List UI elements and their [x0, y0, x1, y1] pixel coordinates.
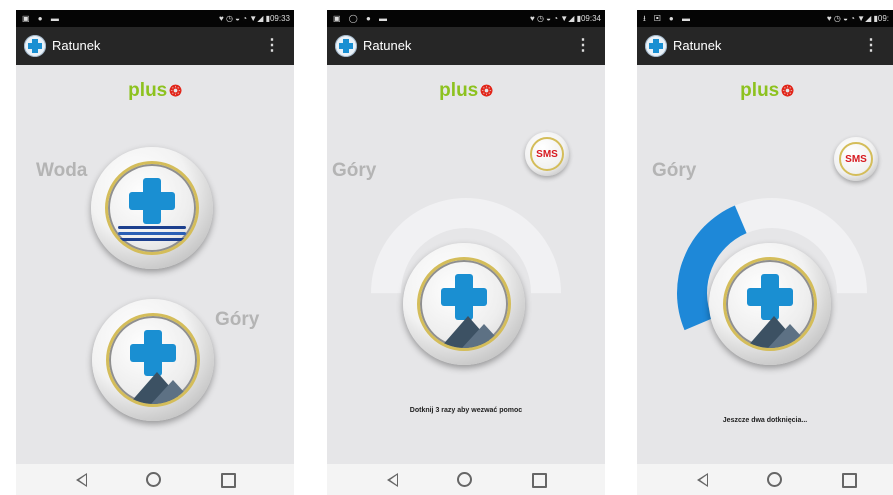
brand-swirl-icon: ❂: [169, 83, 182, 100]
notification-icons: ⭳ ▣ ● ▬: [643, 14, 693, 23]
label-gory: Góry: [215, 309, 260, 330]
mountain-rescue-icon: [723, 257, 817, 351]
mountain-rescue-icon: [106, 313, 200, 407]
water-rescue-button[interactable]: [91, 147, 213, 269]
home-icon[interactable]: [457, 472, 472, 487]
mountain-rescue-button[interactable]: [403, 243, 525, 365]
nav-bar: [637, 464, 893, 495]
notification-icons: ▣ ◯ ● ▬: [333, 14, 391, 23]
status-time: 09:: [877, 14, 889, 23]
app-logo-icon: [645, 35, 667, 57]
status-bar: ⭳ ▣ ● ▬ ♥ ◷ ◒ ◔ ▼◢ ▮09:: [637, 10, 893, 27]
recents-icon[interactable]: [221, 473, 236, 488]
home-icon[interactable]: [146, 472, 161, 487]
home-icon[interactable]: [767, 472, 782, 487]
back-icon[interactable]: [697, 473, 708, 487]
nav-bar: [327, 464, 605, 495]
sms-label: SMS: [530, 137, 564, 171]
recents-icon[interactable]: [842, 473, 857, 488]
app-title: Ratunek: [673, 38, 722, 53]
nav-bar: [16, 464, 294, 495]
sms-label: SMS: [839, 142, 873, 176]
overflow-menu-icon[interactable]: ⋮: [575, 27, 591, 65]
brand-logo: plus ❂: [439, 80, 493, 101]
recents-icon[interactable]: [532, 473, 547, 488]
action-bar: Ratunek ⋮: [327, 27, 605, 65]
app-logo-icon: [24, 35, 46, 57]
app-logo-icon: [335, 35, 357, 57]
label-gory: Góry: [332, 160, 377, 181]
instruction-text: Jeszcze dwa dotknięcia...: [722, 417, 808, 424]
mountain-rescue-button[interactable]: [92, 299, 214, 421]
status-right: ♥ ◷ ◒ ◔ ▼◢ ▮09:33: [218, 14, 290, 23]
status-time: 09:34: [580, 14, 601, 23]
status-time: 09:33: [269, 14, 290, 23]
label-woda: Woda: [36, 160, 88, 181]
app-title: Ratunek: [363, 38, 412, 53]
action-bar: Ratunek ⋮: [637, 27, 893, 65]
app-title: Ratunek: [52, 38, 101, 53]
action-bar: Ratunek ⋮: [16, 27, 294, 65]
instruction-text: Dotknij 3 razy aby wezwać pomoc: [409, 407, 523, 414]
sms-button[interactable]: SMS: [834, 137, 878, 181]
brand-logo: plus ❂: [128, 80, 182, 101]
status-bar: ▣ ◯ ● ▬ ♥ ◷ ◒ ◔ ▼◢ ▮09:34: [327, 10, 605, 27]
mountain-rescue-icon: [417, 257, 511, 351]
sms-button[interactable]: SMS: [525, 132, 569, 176]
status-right: ♥ ◷ ◒ ◔ ▼◢ ▮09:34: [529, 14, 601, 23]
back-icon[interactable]: [387, 473, 398, 487]
screen-gory-progress: ⭳ ▣ ● ▬ ♥ ◷ ◒ ◔ ▼◢ ▮09: Ratunek ⋮ plus ❂ …: [637, 10, 893, 495]
notification-icons: ▣ ● ▬: [22, 14, 62, 23]
label-gory: Góry: [652, 160, 697, 181]
status-right: ♥ ◷ ◒ ◔ ▼◢ ▮09:: [826, 14, 889, 23]
water-rescue-icon: [105, 161, 199, 255]
screen-home: ▣ ● ▬ ♥ ◷ ◒ ◔ ▼◢ ▮09:33 Ratunek ⋮ plus ❂ …: [16, 10, 294, 495]
status-bar: ▣ ● ▬ ♥ ◷ ◒ ◔ ▼◢ ▮09:33: [16, 10, 294, 27]
overflow-menu-icon[interactable]: ⋮: [264, 27, 280, 65]
brand-swirl-icon: ❂: [480, 83, 493, 100]
brand-logo: plus ❂: [740, 80, 794, 101]
back-icon[interactable]: [76, 473, 87, 487]
screen-gory-confirm: ▣ ◯ ● ▬ ♥ ◷ ◒ ◔ ▼◢ ▮09:34 Ratunek ⋮ plus…: [327, 10, 605, 495]
overflow-menu-icon[interactable]: ⋮: [863, 27, 879, 65]
mountain-rescue-button[interactable]: [709, 243, 831, 365]
brand-swirl-icon: ❂: [781, 83, 794, 100]
